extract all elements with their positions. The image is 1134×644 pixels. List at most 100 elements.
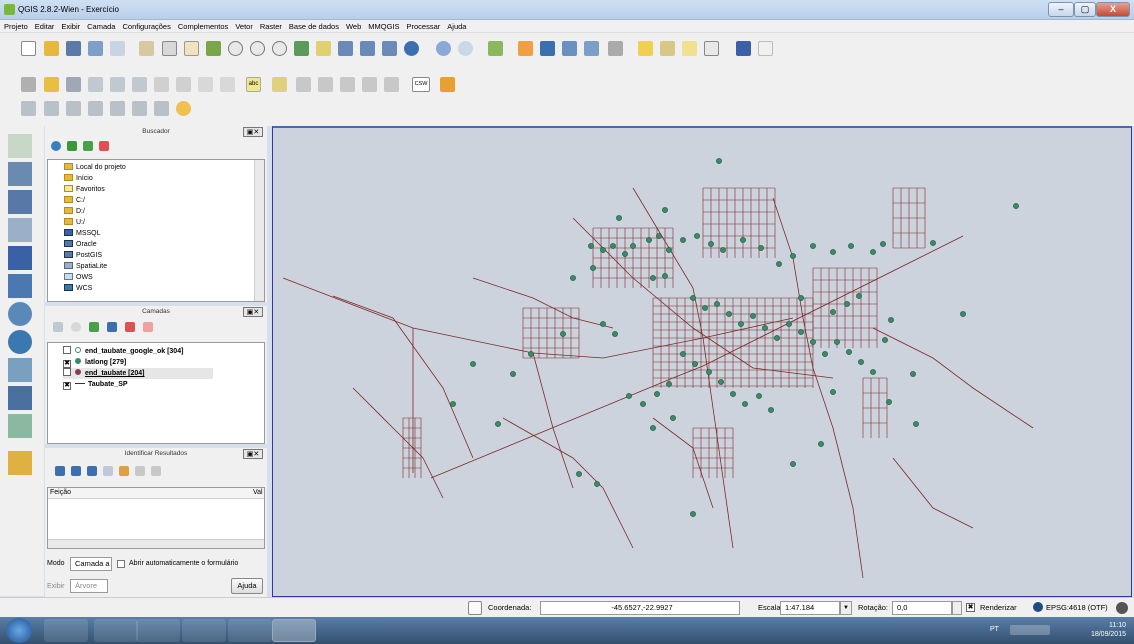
new-shapefile-icon[interactable] bbox=[8, 414, 32, 438]
layer-item[interactable]: end_taubate [204] bbox=[63, 368, 213, 379]
browser-item-d[interactable]: D:/ bbox=[64, 206, 85, 217]
add-wms-layer-icon[interactable] bbox=[8, 302, 32, 326]
rotation-spinner-icon[interactable] bbox=[952, 601, 962, 615]
statistics-icon[interactable] bbox=[584, 41, 599, 56]
scale-dropdown-icon[interactable]: ▼ bbox=[840, 601, 852, 615]
qgis-taskbar-icon[interactable] bbox=[272, 619, 316, 642]
show-hide-labels-icon[interactable] bbox=[318, 77, 333, 92]
menu-camada[interactable]: Camada bbox=[83, 20, 118, 31]
browser-item-oracle[interactable]: Oracle bbox=[64, 239, 97, 250]
measure-icon[interactable] bbox=[608, 41, 623, 56]
browser-item-local-do-projeto[interactable]: Local do projeto bbox=[64, 162, 126, 173]
coordinate-field[interactable]: -45.6527,-22.9927 bbox=[540, 601, 740, 615]
select-by-area-icon[interactable] bbox=[488, 41, 503, 56]
menu-exibir[interactable]: Exibir bbox=[57, 20, 83, 31]
menu-vetor[interactable]: Vetor bbox=[231, 20, 256, 31]
browser-item-wcs[interactable]: WCS bbox=[64, 283, 92, 294]
pin-labels-icon[interactable] bbox=[296, 77, 311, 92]
add-group-icon[interactable] bbox=[71, 322, 81, 332]
move-label-icon[interactable] bbox=[340, 77, 355, 92]
help-icon[interactable] bbox=[736, 41, 751, 56]
add-ring-icon[interactable] bbox=[21, 101, 36, 116]
refresh-browser-icon[interactable] bbox=[51, 141, 61, 151]
save-edits-icon[interactable] bbox=[66, 77, 81, 92]
cut-features-icon[interactable] bbox=[176, 77, 191, 92]
map-tips-icon[interactable] bbox=[638, 41, 653, 56]
add-oracle-layer-icon[interactable] bbox=[8, 274, 32, 298]
view-select[interactable]: Árvore bbox=[70, 579, 108, 593]
layer-item[interactable]: end_taubate_google_ok [304] bbox=[63, 346, 183, 357]
browser-item-postgis[interactable]: PostGIS bbox=[64, 250, 102, 261]
label-tool-icon[interactable]: abc bbox=[246, 77, 261, 92]
maximize-button[interactable]: ▢ bbox=[1074, 2, 1096, 17]
expand-tree-icon[interactable] bbox=[55, 466, 65, 476]
browser-tree[interactable]: Local do projeto Início Favoritos C:/ D:… bbox=[47, 159, 265, 302]
add-wcs-layer-icon[interactable] bbox=[8, 330, 32, 354]
select-features-icon[interactable] bbox=[458, 41, 473, 56]
expand-new-results-icon[interactable] bbox=[87, 466, 97, 476]
delete-selected-icon[interactable] bbox=[154, 77, 169, 92]
menu-configuracoes[interactable]: Configurações bbox=[118, 20, 173, 31]
browser-scrollbar[interactable] bbox=[254, 160, 264, 301]
browser-item-inicio[interactable]: Início bbox=[64, 173, 93, 184]
mode-select[interactable]: Camada a bbox=[70, 557, 112, 571]
change-label-icon[interactable] bbox=[384, 77, 399, 92]
start-button-icon[interactable] bbox=[6, 618, 32, 643]
add-selected-layers-icon[interactable] bbox=[67, 141, 77, 151]
ie-taskbar-icon[interactable] bbox=[44, 619, 88, 642]
attribute-table-icon[interactable] bbox=[562, 41, 577, 56]
expand-all-icon[interactable] bbox=[107, 322, 117, 332]
toggle-editing-icon[interactable] bbox=[44, 77, 59, 92]
remove-layer-icon[interactable] bbox=[143, 322, 153, 332]
layer-checkbox[interactable]: ✖ bbox=[63, 360, 71, 368]
zoom-out-icon[interactable] bbox=[250, 41, 265, 56]
col-feicao[interactable]: Feição bbox=[50, 489, 71, 496]
explorer-taskbar-icon[interactable] bbox=[94, 619, 138, 642]
whats-this-icon[interactable] bbox=[758, 41, 773, 56]
layer-style-icon[interactable] bbox=[53, 322, 63, 332]
render-checkbox[interactable]: ✖ bbox=[966, 603, 975, 612]
identify-icon[interactable] bbox=[436, 41, 451, 56]
col-valor[interactable]: Val bbox=[253, 489, 263, 496]
copy-feature-icon[interactable] bbox=[135, 466, 145, 476]
media-taskbar-icon[interactable] bbox=[136, 619, 180, 642]
paste-features-icon[interactable] bbox=[220, 77, 235, 92]
select-icon[interactable] bbox=[162, 41, 177, 56]
open-form-icon[interactable] bbox=[103, 466, 113, 476]
map-canvas[interactable] bbox=[272, 126, 1132, 597]
delete-ring-icon[interactable] bbox=[88, 101, 103, 116]
zoom-in-icon[interactable] bbox=[228, 41, 243, 56]
menu-web[interactable]: Web bbox=[342, 20, 364, 31]
text-annotation-icon[interactable] bbox=[704, 41, 719, 56]
menu-processar[interactable]: Processar bbox=[403, 20, 444, 31]
highlight-pinned-labels-icon[interactable] bbox=[272, 77, 287, 92]
field-calculator-icon[interactable] bbox=[540, 41, 555, 56]
collapse-tree-icon[interactable] bbox=[71, 466, 81, 476]
menu-mmqgis[interactable]: MMQGIS bbox=[364, 20, 402, 31]
collapse-all-icon[interactable] bbox=[99, 141, 109, 151]
browser-item-mssql[interactable]: MSSQL bbox=[64, 228, 101, 239]
layer-checkbox[interactable] bbox=[63, 368, 71, 376]
print-icon[interactable] bbox=[151, 466, 161, 476]
map-svg[interactable] bbox=[273, 128, 1132, 597]
browser-item-ows[interactable]: OWS bbox=[64, 272, 93, 283]
split-features-icon[interactable] bbox=[176, 101, 191, 116]
rotation-field[interactable]: 0,0 bbox=[892, 601, 952, 615]
add-postgis-layer-icon[interactable] bbox=[8, 190, 32, 214]
close-button[interactable]: X bbox=[1096, 2, 1130, 17]
node-tool-icon[interactable] bbox=[132, 77, 147, 92]
clock[interactable]: 11:10 18/09/2015 bbox=[1091, 621, 1126, 639]
messages-icon[interactable] bbox=[1116, 602, 1128, 614]
add-spatialite-layer-icon[interactable] bbox=[8, 218, 32, 242]
coordinate-toggle-icon[interactable] bbox=[468, 601, 482, 615]
current-edits-icon[interactable] bbox=[21, 77, 36, 92]
save-as-icon[interactable] bbox=[88, 41, 103, 56]
layer-item[interactable]: ✖ Taubate_SP bbox=[63, 379, 128, 390]
layer-checkbox[interactable]: ✖ bbox=[63, 382, 71, 390]
delete-part-icon[interactable] bbox=[110, 101, 125, 116]
filter-legend-icon[interactable] bbox=[89, 322, 99, 332]
collapse-all-layers-icon[interactable] bbox=[125, 322, 135, 332]
move-feature-icon[interactable] bbox=[110, 77, 125, 92]
rotate-label-icon[interactable] bbox=[362, 77, 377, 92]
help-button[interactable]: Ajuda bbox=[231, 578, 263, 594]
